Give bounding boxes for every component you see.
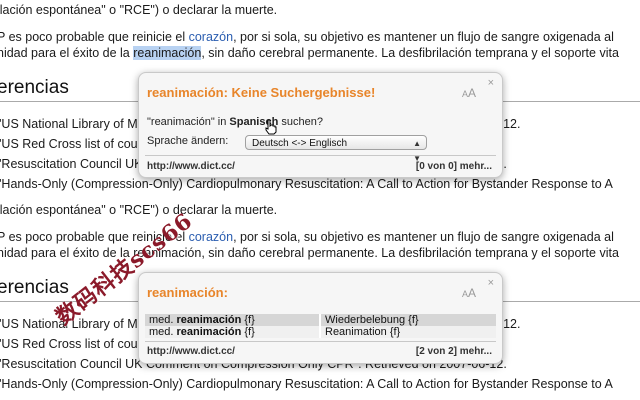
- font-size-icon[interactable]: AA: [462, 86, 476, 100]
- body-text-line: ilación espontánea" o "RCE") o declarar …: [0, 3, 278, 17]
- body-text-line: P es poco probable que reinicie el coraz…: [0, 30, 614, 44]
- close-icon[interactable]: ×: [488, 77, 494, 89]
- more-results-link[interactable]: [0 von 0] mehr...: [416, 161, 492, 172]
- table-row[interactable]: med. reanimación {f} Wiederbelebung {f}: [145, 314, 496, 326]
- language-select[interactable]: Deutsch <-> Englisch ▲ ▼: [245, 135, 427, 163]
- selected-word[interactable]: reanimación: [133, 46, 202, 60]
- body-text-line: P es poco probable que reinicie el coraz…: [0, 230, 614, 244]
- dict-popup-results: × AA reanimación: med. reanimación {f} W…: [138, 272, 503, 364]
- more-results-link[interactable]: [2 von 2] mehr...: [416, 346, 492, 357]
- dict-link[interactable]: http://www.dict.cc/: [147, 161, 235, 172]
- source-term: med. reanimación {f}: [145, 314, 321, 326]
- heart-link[interactable]: corazón: [189, 230, 233, 244]
- translation: Wiederbelebung {f}: [320, 314, 496, 326]
- body-text-line: nidad para el éxito de la reanimación, s…: [0, 46, 619, 60]
- change-language-label: Sprache ändern:: [147, 135, 229, 147]
- dict-popup-no-results: × AA reanimación: Keine Suchergebnisse! …: [138, 72, 503, 178]
- reference-item[interactable]: "Hands-Only (Compression-Only) Cardiopul…: [0, 176, 613, 192]
- font-size-icon[interactable]: AA: [462, 286, 476, 300]
- hand-cursor-icon: [265, 119, 277, 135]
- popup-divider: [145, 155, 496, 156]
- body-text-line: ilación espontánea" o "RCE") o declarar …: [0, 203, 278, 217]
- popup-title: reanimación: Keine Suchergebnisse!: [147, 85, 376, 100]
- results-table: med. reanimación {f} Wiederbelebung {f} …: [145, 314, 496, 338]
- close-icon[interactable]: ×: [488, 277, 494, 289]
- popup-title: reanimación:: [147, 285, 228, 300]
- section-heading: erencias: [0, 77, 69, 98]
- heart-link[interactable]: corazón: [189, 30, 233, 44]
- dict-link[interactable]: http://www.dict.cc/: [147, 346, 235, 357]
- source-term: med. reanimación {f}: [145, 326, 321, 338]
- search-suggestion: "reanimación" in Spanisch suchen?: [147, 116, 323, 128]
- popup-divider: [145, 341, 496, 342]
- translation: Reanimation {f}: [320, 326, 496, 338]
- reference-item[interactable]: "Hands-Only (Compression-Only) Cardiopul…: [0, 376, 613, 392]
- body-text-line: nidad para el éxito de la reanimación, s…: [0, 246, 619, 260]
- table-row[interactable]: med. reanimación {f} Reanimation {f}: [145, 326, 496, 338]
